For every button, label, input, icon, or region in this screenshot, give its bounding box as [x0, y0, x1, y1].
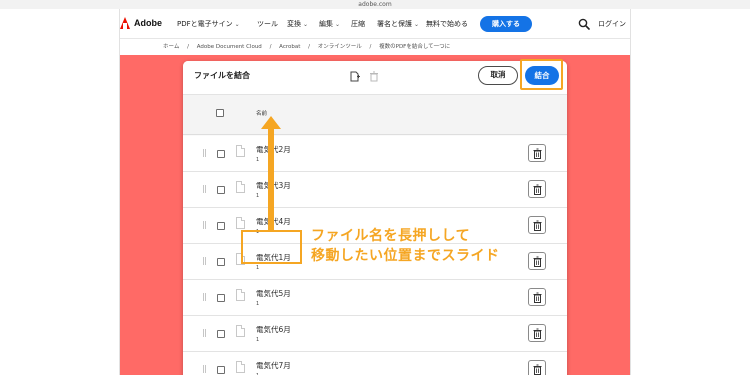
nav-item-label: 編集 [319, 20, 333, 28]
file-page-count: 1 [256, 157, 260, 163]
breadcrumb-acrobat[interactable]: Acrobat [279, 44, 300, 50]
file-row[interactable]: 電気代3月 1 [183, 172, 567, 208]
delete-file-button[interactable] [528, 360, 546, 375]
drag-handle-icon[interactable] [203, 185, 206, 193]
breadcrumb: ホーム / Adobe Document Cloud / Acrobat / オ… [120, 39, 630, 55]
nav-item-label: 署名と保護 [377, 20, 412, 28]
drag-handle-icon[interactable] [203, 221, 206, 229]
delete-file-button[interactable] [528, 288, 546, 306]
select-all-checkbox[interactable] [216, 109, 224, 117]
instruction-callout: ファイル名を長押しして 移動したい位置までスライド [311, 226, 500, 266]
file-page-count: 1 [256, 193, 260, 199]
pdf-file-icon [236, 325, 245, 337]
row-checkbox[interactable] [217, 294, 225, 302]
breadcrumb-separator: / [369, 44, 372, 50]
trash-icon [533, 148, 542, 159]
trash-icon [533, 292, 542, 303]
breadcrumb-online-tools[interactable]: オンラインツール [318, 44, 362, 50]
trash-icon [533, 184, 542, 195]
nav-item-sign-protect[interactable]: 署名と保護 ⌄ [377, 9, 419, 39]
row-checkbox[interactable] [217, 366, 225, 374]
trash-icon [533, 328, 542, 339]
pdf-file-icon [236, 289, 245, 301]
nav-item-edit[interactable]: 編集 ⌄ [319, 9, 340, 39]
trash-icon [533, 256, 542, 267]
file-row[interactable]: 電気代7月 1 [183, 352, 567, 375]
adobe-logo[interactable]: Adobe [120, 16, 162, 30]
chevron-down-icon: ⌄ [335, 21, 341, 28]
nav-item-label: 無料で始める [426, 20, 468, 28]
file-page-count: 1 [256, 265, 260, 271]
breadcrumb-home[interactable]: ホーム [163, 44, 179, 50]
chevron-down-icon: ⌄ [234, 21, 240, 28]
file-page-count: 1 [256, 337, 260, 343]
file-name[interactable]: 電気代7月 [256, 360, 291, 371]
trash-icon[interactable] [369, 71, 379, 82]
nav-item-compress[interactable]: 圧縮 [351, 9, 365, 39]
file-list-header: 名前 [183, 95, 567, 135]
login-link[interactable]: ログイン [598, 9, 626, 39]
nav-item-convert[interactable]: 変換 ⌄ [287, 9, 308, 39]
chevron-down-icon: ⌄ [414, 21, 420, 28]
url-text: adobe.com [358, 1, 392, 8]
drag-handle-icon[interactable] [203, 149, 206, 157]
breadcrumb-separator: / [187, 44, 189, 50]
file-row[interactable]: 電気代5月 1 [183, 280, 567, 316]
instruction-line-2: 移動したい位置までスライド [311, 248, 500, 264]
merge-button-highlight [520, 59, 563, 90]
dialog-title: ファイルを結合 [194, 71, 250, 80]
drag-handle-icon[interactable] [203, 257, 206, 265]
breadcrumb-separator: / [308, 44, 310, 50]
breadcrumb-current: 複数のPDFを結合して一つに [379, 44, 451, 50]
delete-file-button[interactable] [528, 180, 546, 198]
browser-address-bar[interactable]: adobe.com [0, 0, 750, 9]
delete-file-button[interactable] [528, 324, 546, 342]
row-checkbox[interactable] [217, 222, 225, 230]
file-name[interactable]: 電気代5月 [256, 288, 291, 299]
top-navigation: Adobe PDFと電子サイン ⌄ ツール 変換 ⌄ 編集 ⌄ 圧縮 署名と保護 ⌄ 無… [120, 9, 630, 39]
file-row[interactable]: 電気代2月 1 [183, 136, 567, 172]
breadcrumb-separator: / [269, 44, 272, 50]
nav-item-label: 変換 [287, 20, 301, 28]
delete-file-button[interactable] [528, 216, 546, 234]
pdf-file-icon [236, 361, 245, 373]
drag-handle-icon[interactable] [203, 365, 206, 373]
file-page-count: 1 [256, 301, 260, 307]
buy-button[interactable]: 購入する [480, 16, 532, 32]
nav-item-label: PDFと電子サイン [177, 20, 233, 28]
drag-up-arrow-icon [261, 116, 281, 231]
nav-item-tools[interactable]: ツール [257, 9, 278, 39]
dialog-header: ファイルを結合 取消 結合 [183, 61, 567, 95]
nav-item-pdf-esign[interactable]: PDFと電子サイン ⌄ [177, 9, 240, 39]
chevron-down-icon: ⌄ [303, 21, 309, 28]
search-icon[interactable] [578, 18, 590, 30]
instruction-line-1: ファイル名を長押しして [311, 228, 471, 244]
nav-item-label: 圧縮 [351, 20, 365, 28]
brand-name: Adobe [134, 18, 162, 28]
file-row[interactable]: 電気代6月 1 [183, 316, 567, 352]
breadcrumb-document-cloud[interactable]: Adobe Document Cloud [197, 44, 262, 50]
pdf-file-icon [236, 217, 245, 229]
trash-icon [533, 220, 542, 231]
trash-icon [533, 364, 542, 375]
row-checkbox[interactable] [217, 150, 225, 158]
cancel-button[interactable]: 取消 [478, 66, 518, 85]
pdf-file-icon [236, 145, 245, 157]
dragged-file-highlight [241, 230, 302, 264]
adobe-logo-icon [120, 17, 130, 29]
delete-file-button[interactable] [528, 144, 546, 162]
row-checkbox[interactable] [217, 258, 225, 266]
row-checkbox[interactable] [217, 330, 225, 338]
row-checkbox[interactable] [217, 186, 225, 194]
pdf-file-icon [236, 181, 245, 193]
nav-item-free-start[interactable]: 無料で始める [426, 9, 468, 39]
drag-handle-icon[interactable] [203, 293, 206, 301]
delete-file-button[interactable] [528, 252, 546, 270]
add-file-icon[interactable] [350, 71, 360, 82]
file-name[interactable]: 電気代6月 [256, 324, 291, 335]
combine-files-dialog: ファイルを結合 取消 結合 名前 電気代2月 1 [183, 61, 567, 375]
drag-handle-icon[interactable] [203, 329, 206, 337]
nav-item-label: ツール [257, 20, 278, 28]
